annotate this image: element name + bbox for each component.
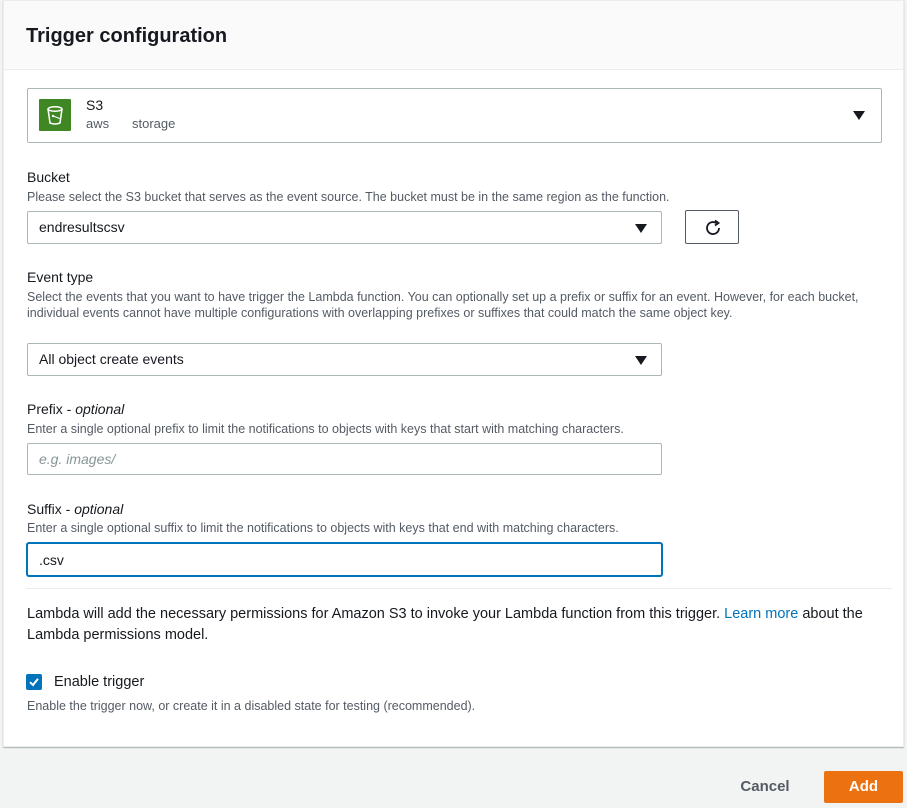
chevron-down-icon	[635, 356, 647, 365]
prefix-input[interactable]	[27, 443, 662, 475]
refresh-icon	[706, 219, 721, 235]
source-tag-aws: aws	[86, 116, 110, 131]
permissions-info: Lambda will add the necessary permission…	[27, 606, 863, 643]
bucket-select[interactable]: endresultscsv	[27, 211, 662, 244]
prefix-description: Enter a single optional prefix to limit …	[27, 422, 624, 436]
suffix-input[interactable]	[27, 543, 662, 576]
bucket-description: Please select the S3 bucket that serves …	[27, 190, 670, 204]
trigger-configuration-panel: Trigger configuration S3 aws storage Buc…	[3, 0, 904, 747]
enable-trigger-description: Enable the trigger now, or create it in …	[27, 699, 476, 713]
event-type-description: Select the events that you want to have …	[27, 290, 859, 320]
suffix-label: Suffix - optional	[27, 501, 124, 517]
suffix-description: Enter a single optional suffix to limit …	[27, 521, 619, 535]
source-tag-storage: storage	[132, 116, 176, 131]
event-type-select[interactable]: All object create events	[27, 343, 662, 376]
s3-bucket-icon	[39, 99, 71, 131]
cancel-button[interactable]: Cancel	[728, 772, 802, 802]
chevron-down-icon	[853, 111, 865, 120]
learn-more-link[interactable]: Learn more	[724, 606, 798, 622]
refresh-button[interactable]	[685, 210, 739, 244]
chevron-down-icon	[635, 224, 647, 233]
bucket-select-value: endresultscsv	[39, 219, 125, 235]
trigger-source-select[interactable]: S3 aws storage	[27, 88, 882, 143]
page-title: Trigger configuration	[26, 25, 228, 47]
event-type-label: Event type	[27, 269, 94, 285]
checkmark-icon	[29, 678, 39, 687]
enable-trigger-label[interactable]: Enable trigger	[54, 674, 144, 690]
source-name: S3	[86, 97, 104, 113]
add-button[interactable]: Add	[824, 771, 903, 803]
divider	[26, 588, 892, 589]
bucket-label: Bucket	[27, 169, 70, 185]
prefix-label: Prefix - optional	[27, 401, 125, 417]
event-type-select-value: All object create events	[39, 351, 184, 367]
enable-trigger-checkbox[interactable]	[26, 674, 42, 690]
